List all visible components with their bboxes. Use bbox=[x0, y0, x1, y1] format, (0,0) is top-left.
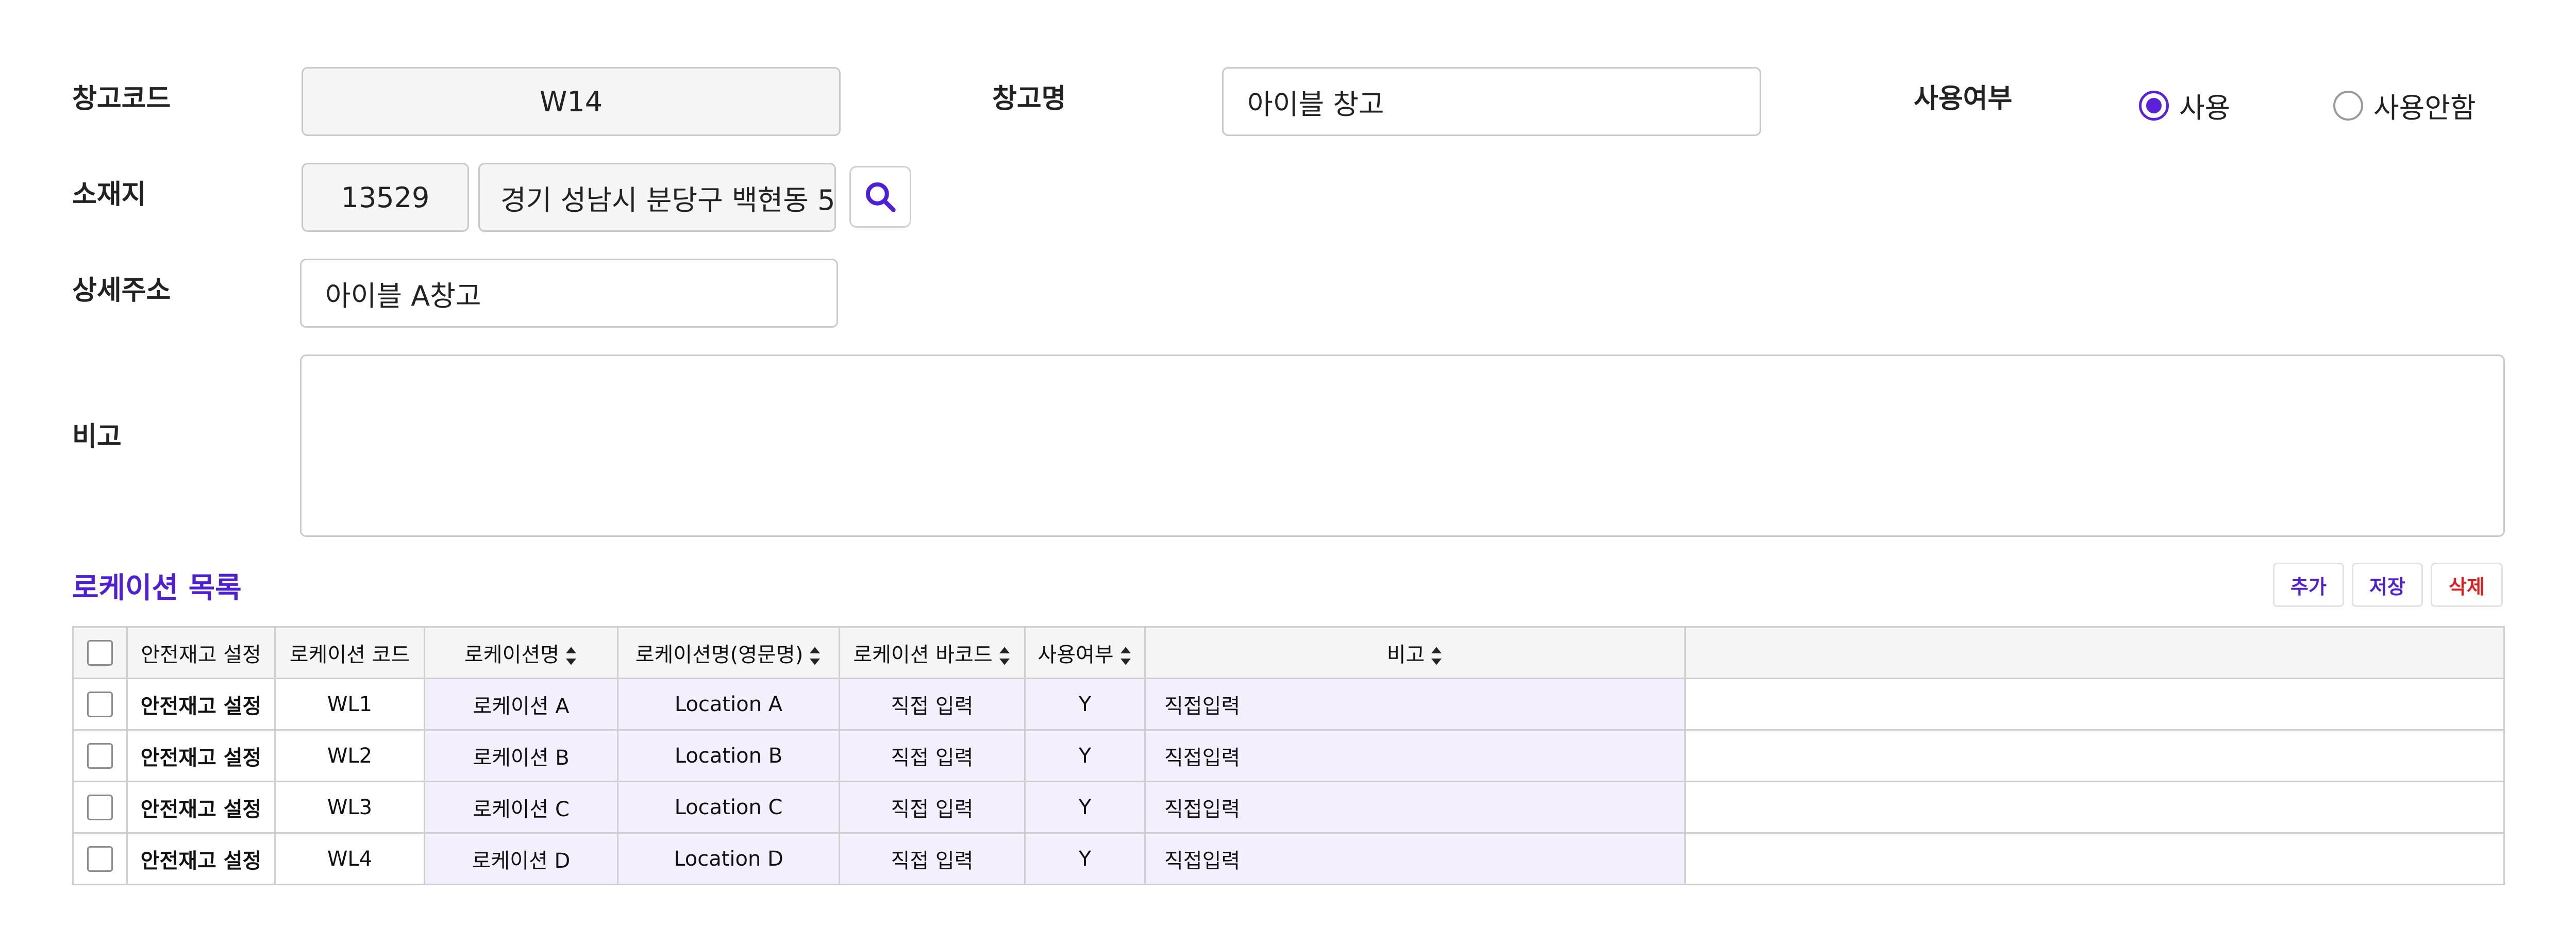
sort-icon[interactable] bbox=[808, 646, 822, 666]
row-checkbox[interactable] bbox=[87, 691, 113, 717]
empty-cell bbox=[1684, 729, 2505, 782]
row-checkbox[interactable] bbox=[87, 846, 113, 872]
radio-checked-icon[interactable] bbox=[2139, 90, 2169, 121]
warehouse-code-label: 창고코드 bbox=[72, 83, 171, 114]
table-row[interactable]: 안전재고 설정 WL2 로케이션 B Location B 직접 입력 Y 직접… bbox=[72, 729, 2505, 782]
add-button[interactable]: 추가 bbox=[2273, 563, 2344, 607]
detail-address-label: 상세주소 bbox=[72, 275, 171, 306]
safety-stock-link[interactable]: 안전재고 설정 bbox=[126, 729, 276, 782]
col-memo-label: 비고 bbox=[1386, 643, 1425, 667]
col-location-name[interactable]: 로케이션명 bbox=[424, 626, 618, 679]
col-use-label: 사용여부 bbox=[1038, 643, 1114, 667]
use-cell[interactable]: Y bbox=[1024, 729, 1146, 782]
row-select-cell[interactable] bbox=[72, 678, 128, 731]
barcode-input-cell[interactable]: 직접 입력 bbox=[839, 832, 1026, 885]
use-radio-no[interactable]: 사용안함 bbox=[2333, 85, 2476, 126]
location-label: 소재지 bbox=[72, 179, 146, 210]
col-location-code-label: 로케이션 코드 bbox=[289, 643, 410, 667]
safety-stock-link[interactable]: 안전재고 설정 bbox=[126, 832, 276, 885]
empty-cell bbox=[1684, 781, 2505, 834]
use-cell[interactable]: Y bbox=[1024, 678, 1146, 731]
empty-cell bbox=[1684, 832, 2505, 885]
location-code-cell: WL3 bbox=[274, 781, 425, 834]
barcode-input-cell[interactable]: 직접 입력 bbox=[839, 781, 1026, 834]
barcode-input-cell[interactable]: 직접 입력 bbox=[839, 678, 1026, 731]
sort-icon[interactable] bbox=[1430, 646, 1443, 666]
location-code-cell: WL1 bbox=[274, 678, 425, 731]
row-select-cell[interactable] bbox=[72, 729, 128, 782]
address-search-button[interactable] bbox=[849, 166, 911, 228]
zipcode-field[interactable]: 13529 bbox=[302, 163, 469, 232]
col-location-name-en[interactable]: 로케이션명(영문명) bbox=[617, 626, 840, 679]
safety-stock-link[interactable]: 안전재고 설정 bbox=[126, 781, 276, 834]
col-safety-stock: 안전재고 설정 bbox=[126, 626, 276, 679]
warehouse-name-label: 창고명 bbox=[992, 83, 1066, 114]
use-radio-no-label: 사용안함 bbox=[2373, 92, 2476, 124]
col-safety-stock-label: 안전재고 설정 bbox=[141, 643, 261, 667]
use-cell[interactable]: Y bbox=[1024, 832, 1146, 885]
col-location-name-label: 로케이션명 bbox=[464, 643, 559, 667]
radio-unchecked-icon[interactable] bbox=[2333, 90, 2363, 121]
barcode-input-cell[interactable]: 직접 입력 bbox=[839, 729, 1026, 782]
location-code-cell: WL2 bbox=[274, 729, 425, 782]
col-empty bbox=[1684, 626, 2505, 679]
location-code-cell: WL4 bbox=[274, 832, 425, 885]
col-location-barcode[interactable]: 로케이션 바코드 bbox=[839, 626, 1026, 679]
use-cell[interactable]: Y bbox=[1024, 781, 1146, 834]
delete-button[interactable]: 삭제 bbox=[2431, 563, 2503, 607]
location-name-cell[interactable]: 로케이션 A bbox=[424, 678, 618, 731]
table-header-row: 안전재고 설정 로케이션 코드 로케이션명 로케이션명(영문명) 로케이션 바코… bbox=[72, 626, 2505, 679]
memo-input-cell[interactable]: 직접입력 bbox=[1144, 729, 1686, 782]
search-icon bbox=[865, 182, 896, 212]
memo-input-cell[interactable]: 직접입력 bbox=[1144, 832, 1686, 885]
memo-input-cell[interactable]: 직접입력 bbox=[1144, 781, 1686, 834]
row-checkbox[interactable] bbox=[87, 794, 113, 820]
use-radio-yes[interactable]: 사용 bbox=[2139, 85, 2230, 126]
warehouse-name-field[interactable]: 아이블 창고 bbox=[1222, 67, 1761, 136]
location-name-en-cell[interactable]: Location C bbox=[617, 781, 840, 834]
location-name-cell[interactable]: 로케이션 B bbox=[424, 729, 618, 782]
location-name-en-cell[interactable]: Location A bbox=[617, 678, 840, 731]
col-memo[interactable]: 비고 bbox=[1144, 626, 1686, 679]
location-name-cell[interactable]: 로케이션 C bbox=[424, 781, 618, 834]
sort-icon[interactable] bbox=[1119, 646, 1132, 666]
row-select-cell[interactable] bbox=[72, 781, 128, 834]
sort-icon[interactable] bbox=[998, 646, 1011, 666]
select-all-cell[interactable] bbox=[72, 626, 128, 679]
col-location-name-en-label: 로케이션명(영문명) bbox=[635, 643, 804, 667]
location-name-en-cell[interactable]: Location B bbox=[617, 729, 840, 782]
memo-input-cell[interactable]: 직접입력 bbox=[1144, 678, 1686, 731]
location-name-en-cell[interactable]: Location D bbox=[617, 832, 840, 885]
use-radio-yes-label: 사용 bbox=[2179, 92, 2231, 124]
table-row[interactable]: 안전재고 설정 WL1 로케이션 A Location A 직접 입력 Y 직접… bbox=[72, 678, 2505, 731]
safety-stock-link[interactable]: 안전재고 설정 bbox=[126, 678, 276, 731]
use-label: 사용여부 bbox=[1914, 83, 2013, 114]
location-table: 안전재고 설정 로케이션 코드 로케이션명 로케이션명(영문명) 로케이션 바코… bbox=[72, 626, 2505, 885]
empty-cell bbox=[1684, 678, 2505, 731]
table-row[interactable]: 안전재고 설정 WL4 로케이션 D Location D 직접 입력 Y 직접… bbox=[72, 832, 2505, 885]
col-use[interactable]: 사용여부 bbox=[1024, 626, 1146, 679]
address-field[interactable]: 경기 성남시 분당구 백현동 5 bbox=[478, 163, 836, 232]
table-row[interactable]: 안전재고 설정 WL3 로케이션 C Location C 직접 입력 Y 직접… bbox=[72, 781, 2505, 834]
memo-label: 비고 bbox=[72, 422, 122, 452]
detail-address-field[interactable]: 아이블 A창고 bbox=[300, 259, 838, 328]
row-checkbox[interactable] bbox=[87, 743, 113, 769]
row-select-cell[interactable] bbox=[72, 832, 128, 885]
location-list-title: 로케이션 목록 bbox=[72, 571, 242, 605]
sort-icon[interactable] bbox=[564, 646, 578, 666]
memo-textarea[interactable] bbox=[300, 355, 2505, 537]
col-location-barcode-label: 로케이션 바코드 bbox=[853, 643, 993, 667]
location-name-cell[interactable]: 로케이션 D bbox=[424, 832, 618, 885]
select-all-checkbox[interactable] bbox=[87, 639, 113, 666]
save-button[interactable]: 저장 bbox=[2352, 563, 2423, 607]
warehouse-code-field[interactable]: W14 bbox=[302, 67, 841, 136]
col-location-code: 로케이션 코드 bbox=[274, 626, 425, 679]
